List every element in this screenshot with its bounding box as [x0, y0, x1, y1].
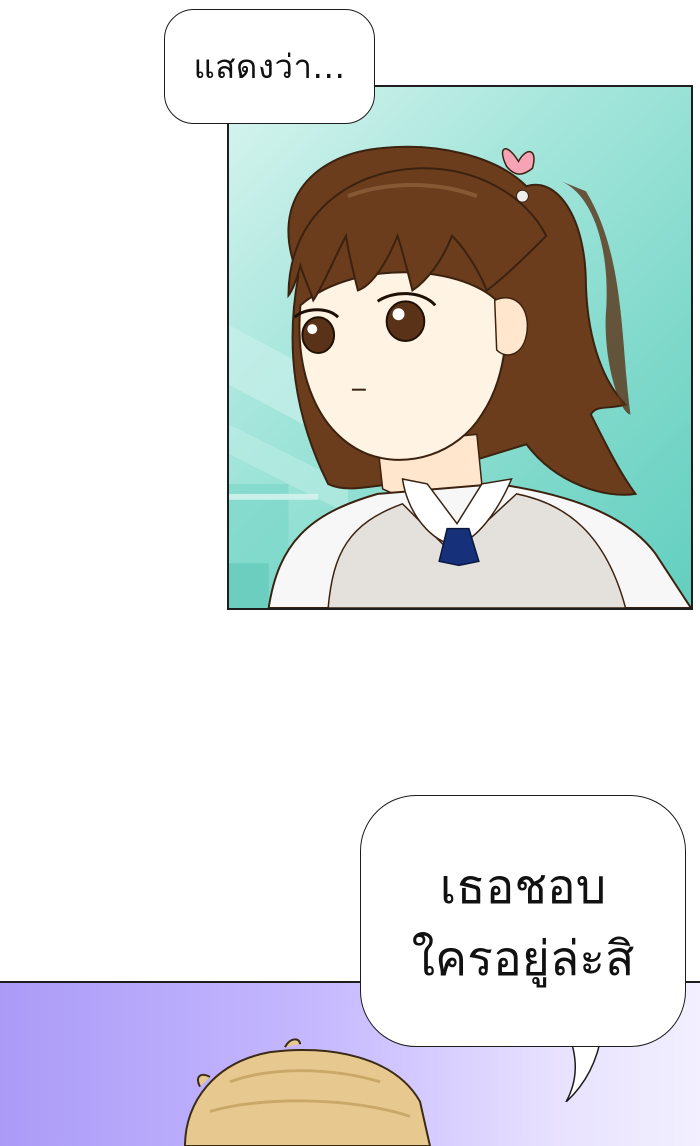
- speech-text-bottom-line-2: ใครอยู่ล่ะสิ: [411, 931, 635, 987]
- speech-bubble-top: แสดงว่า...: [164, 9, 375, 124]
- boy-hair: [183, 1049, 432, 1146]
- girl-illustration: [229, 145, 691, 608]
- speech-text-top: แสดงว่า...: [193, 47, 346, 86]
- speech-bubble-bottom: เธอชอบ ใครอยู่ล่ะสิ: [360, 795, 686, 1047]
- speech-text-bottom-line-1: เธอชอบ: [439, 859, 607, 915]
- comic-panel-girl: [227, 85, 693, 610]
